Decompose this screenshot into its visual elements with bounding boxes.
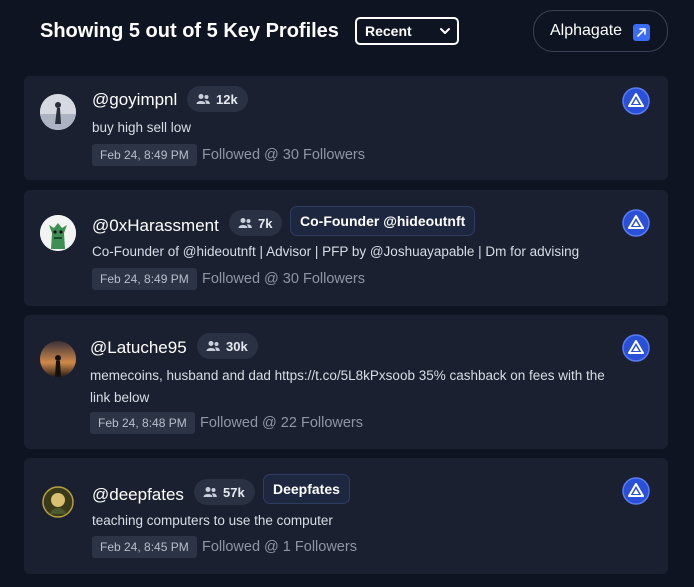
people-icon bbox=[203, 487, 217, 497]
profile-handle[interactable]: @deepfates bbox=[92, 485, 184, 505]
followed-date: Feb 24, 8:48 PM bbox=[90, 412, 195, 434]
people-icon bbox=[196, 94, 210, 104]
follower-count-badge: 7k bbox=[229, 210, 283, 236]
alphagate-logo-icon[interactable] bbox=[622, 334, 650, 362]
people-icon bbox=[206, 341, 220, 351]
sort-select-value: Recent bbox=[365, 23, 412, 39]
follower-count: 7k bbox=[258, 215, 273, 231]
profile-handle[interactable]: @Latuche95 bbox=[90, 338, 187, 358]
alphagate-logo-icon[interactable] bbox=[622, 209, 650, 237]
external-link-icon bbox=[633, 24, 650, 41]
followed-at-text: Followed @ 22 Followers bbox=[200, 415, 364, 431]
followed-at-text: Followed @ 30 Followers bbox=[202, 147, 366, 163]
alphagate-logo-icon[interactable] bbox=[622, 87, 650, 115]
sort-select[interactable]: Recent bbox=[355, 17, 459, 45]
profile-card[interactable]: @goyimpnl 12k buy high sell low Feb 24, … bbox=[24, 76, 668, 180]
avatar bbox=[40, 94, 76, 130]
alphagate-button[interactable]: Alphagate bbox=[533, 10, 668, 52]
profile-tag: Deepfates bbox=[263, 474, 350, 504]
followed-date: Feb 24, 8:49 PM bbox=[92, 268, 197, 290]
followed-at-text: Followed @ 1 Followers bbox=[202, 539, 357, 555]
followed-date: Feb 24, 8:49 PM bbox=[92, 144, 197, 166]
follower-count: 12k bbox=[216, 91, 238, 107]
profile-handle[interactable]: @0xHarassment bbox=[92, 216, 219, 236]
avatar bbox=[40, 341, 76, 377]
profile-bio: teaching computers to use the computer bbox=[92, 513, 333, 528]
profile-card[interactable]: @0xHarassment 7k Co-Founder @hideoutnft … bbox=[24, 190, 668, 306]
followed-at-text: Followed @ 30 Followers bbox=[202, 271, 366, 287]
avatar bbox=[40, 215, 76, 251]
follower-count-badge: 30k bbox=[197, 333, 258, 359]
profile-bio: Co-Founder of @hideoutnft | Advisor | PF… bbox=[92, 244, 580, 259]
chevron-down-icon bbox=[440, 28, 450, 34]
avatar bbox=[40, 484, 76, 520]
profile-handle[interactable]: @goyimpnl bbox=[92, 90, 177, 110]
profile-tag: Co-Founder @hideoutnft bbox=[290, 206, 476, 236]
profile-card[interactable]: @Latuche95 30k memecoins, husband and da… bbox=[24, 315, 668, 449]
alphagate-button-label: Alphagate bbox=[550, 22, 623, 39]
follower-count: 30k bbox=[226, 338, 248, 354]
alphagate-logo-icon[interactable] bbox=[622, 477, 650, 505]
follower-count: 57k bbox=[223, 484, 245, 500]
follower-count-badge: 12k bbox=[187, 86, 248, 112]
profile-bio: memecoins, husband and dad https://t.co/… bbox=[90, 368, 605, 405]
people-icon bbox=[238, 218, 252, 228]
header: Showing 5 out of 5 Key Profiles Recent A… bbox=[0, 0, 694, 72]
follower-count-badge: 57k bbox=[194, 479, 255, 505]
page-title: Showing 5 out of 5 Key Profiles bbox=[40, 20, 339, 42]
profile-bio: buy high sell low bbox=[92, 120, 192, 135]
profile-card[interactable]: @deepfates 57k Deepfates teaching comput… bbox=[24, 458, 668, 574]
followed-date: Feb 24, 8:45 PM bbox=[92, 536, 197, 558]
